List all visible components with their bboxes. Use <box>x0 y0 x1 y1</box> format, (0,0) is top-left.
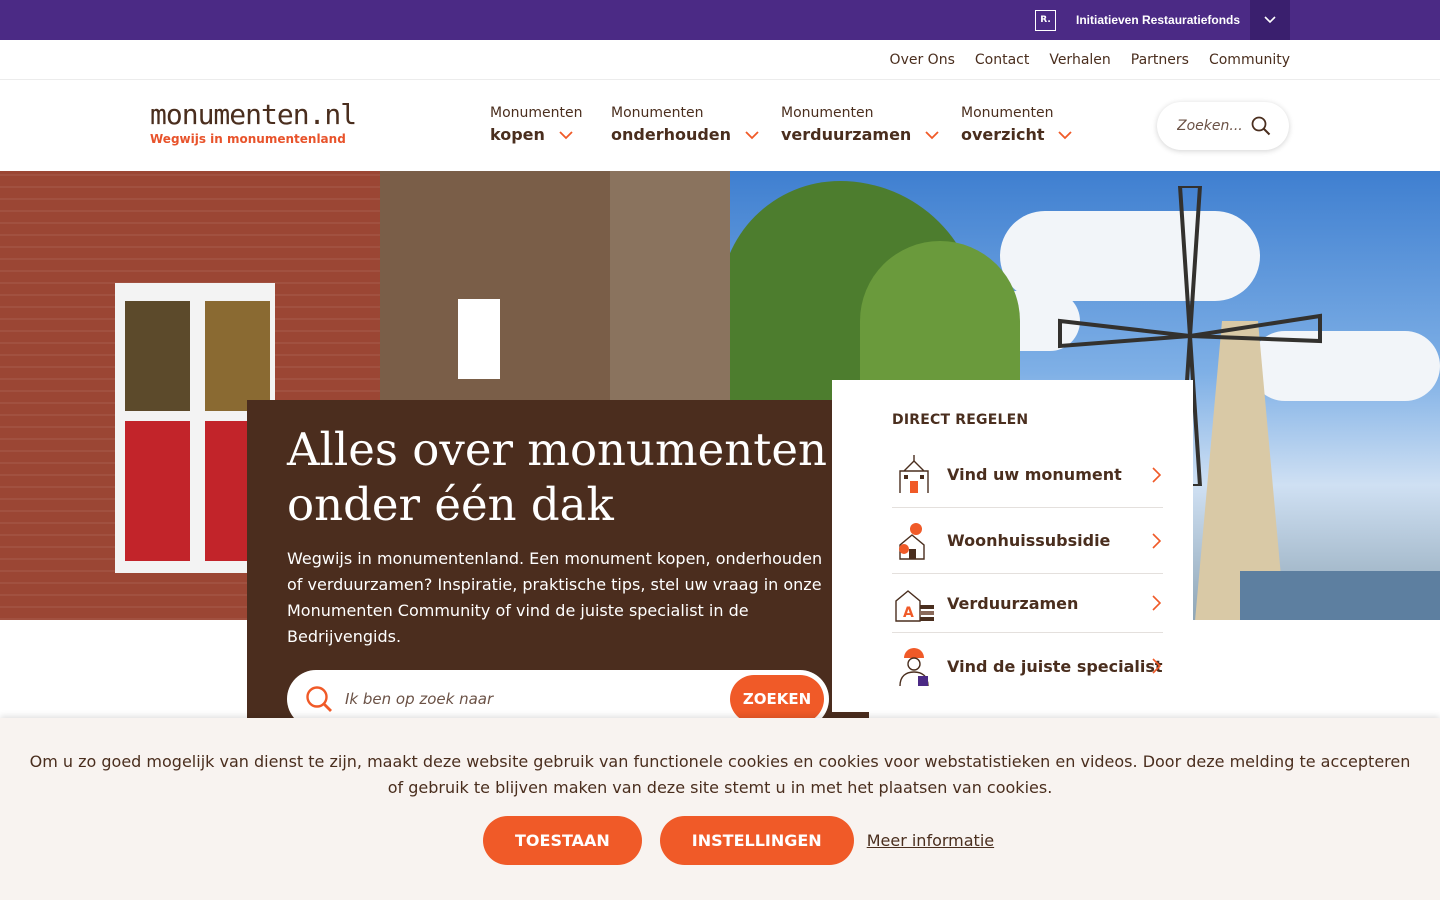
chevron-right-icon <box>1152 466 1161 483</box>
cookie-settings-button[interactable]: INSTELLINGEN <box>659 816 854 865</box>
chevron-down-icon <box>559 130 573 139</box>
direct-regelen-panel: DIRECT REGELEN Vind uw monument Woonhuis… <box>832 380 1193 712</box>
logo-tagline: Wegwijs in monumentenland <box>150 132 346 146</box>
direct-item-vind-de-juiste-specialist[interactable]: Vind de juiste specialist <box>892 633 1163 699</box>
hero-title: Alles over monumenten onder één dak <box>287 423 827 531</box>
nav-item-label: verduurzamen <box>781 125 912 144</box>
chevron-down-icon <box>1058 130 1073 139</box>
organization-bar: R. Initiatieven Restauratiefonds <box>0 0 1440 40</box>
direct-regelen-title: DIRECT REGELEN <box>892 412 1029 428</box>
cookie-text: Om u zo goed mogelijk van dienst te zijn… <box>29 752 1411 797</box>
restauratiefonds-logo-icon: R. <box>1035 9 1056 31</box>
svg-text:A: A <box>903 605 914 621</box>
nav-item-label: onderhouden <box>611 125 732 144</box>
site-logo[interactable]: monumenten.nl Wegwijs in monumentenland <box>150 98 357 147</box>
direct-item-label: Vind uw monument <box>947 465 1122 484</box>
hero-search-input[interactable] <box>345 690 715 708</box>
nav-item-label: overzicht <box>961 125 1045 144</box>
intro-panel: Alles over monumenten onder één dak Wegw… <box>247 400 869 728</box>
direct-item-woonhuissubsidie[interactable]: Woonhuissubsidie <box>892 508 1163 574</box>
organization-toggle-button[interactable] <box>1250 0 1290 40</box>
nav-item-small-label: Monumenten <box>781 105 874 121</box>
nav-item-small-label: Monumenten <box>961 105 1054 121</box>
nav-item-onderhouden[interactable]: Monumenten onderhouden <box>611 104 759 148</box>
util-link-community[interactable]: Community <box>1209 52 1290 68</box>
organization-name[interactable]: Initiatieven Restauratiefonds <box>1076 13 1240 27</box>
direct-item-label: Vind de juiste specialist <box>947 656 1163 676</box>
chevron-right-icon <box>1152 532 1161 549</box>
util-link-partners[interactable]: Partners <box>1131 52 1189 68</box>
nav-item-verduurzamen[interactable]: Monumenten verduurzamen <box>781 104 939 148</box>
chevron-down-icon <box>1264 16 1276 24</box>
chevron-right-icon <box>1152 658 1161 674</box>
chevron-right-icon <box>1152 595 1161 611</box>
utility-navigation: Over Ons Contact Verhalen Partners Commu… <box>0 40 1440 80</box>
direct-item-vind-uw-monument[interactable]: Vind uw monument <box>892 442 1163 508</box>
monument-building-icon <box>899 454 929 493</box>
logo-wordmark: monumenten.nl <box>150 98 357 131</box>
hero-search-button[interactable]: ZOEKEN <box>730 675 824 723</box>
header-search[interactable] <box>1157 102 1289 150</box>
nav-item-kopen[interactable]: Monumenten kopen <box>490 104 583 148</box>
search-icon[interactable] <box>1251 116 1271 136</box>
cookie-banner: Om u zo goed mogelijk van dienst te zijn… <box>0 718 1440 900</box>
nav-item-label: kopen <box>490 125 545 144</box>
util-link-contact[interactable]: Contact <box>975 52 1029 68</box>
chevron-down-icon <box>925 130 939 139</box>
energy-label-icon: A <box>895 590 934 622</box>
header-search-input[interactable] <box>1177 118 1245 134</box>
subsidy-house-icon <box>899 522 925 560</box>
search-icon <box>306 686 332 712</box>
direct-item-verduurzamen[interactable]: A Verduurzamen <box>892 574 1163 633</box>
site-header: monumenten.nl Wegwijs in monumentenland … <box>0 80 1440 171</box>
hero-description: Wegwijs in monumentenland. Een monument … <box>287 549 823 646</box>
util-link-over-ons[interactable]: Over Ons <box>890 52 955 68</box>
nav-item-small-label: Monumenten <box>611 105 704 121</box>
nav-item-overzicht[interactable]: Monumenten overzicht <box>961 104 1073 148</box>
organization-switcher[interactable]: R. Initiatieven Restauratiefonds <box>1035 0 1240 40</box>
direct-item-label: Verduurzamen <box>947 593 1079 613</box>
specialist-worker-icon <box>899 648 929 687</box>
util-link-verhalen[interactable]: Verhalen <box>1049 52 1110 68</box>
chevron-down-icon <box>745 130 759 139</box>
cookie-accept-button[interactable]: TOESTAAN <box>483 816 642 865</box>
nav-item-small-label: Monumenten <box>490 105 583 121</box>
direct-item-label: Woonhuissubsidie <box>947 531 1111 550</box>
cookie-more-info-link[interactable]: Meer informatie <box>867 831 994 850</box>
